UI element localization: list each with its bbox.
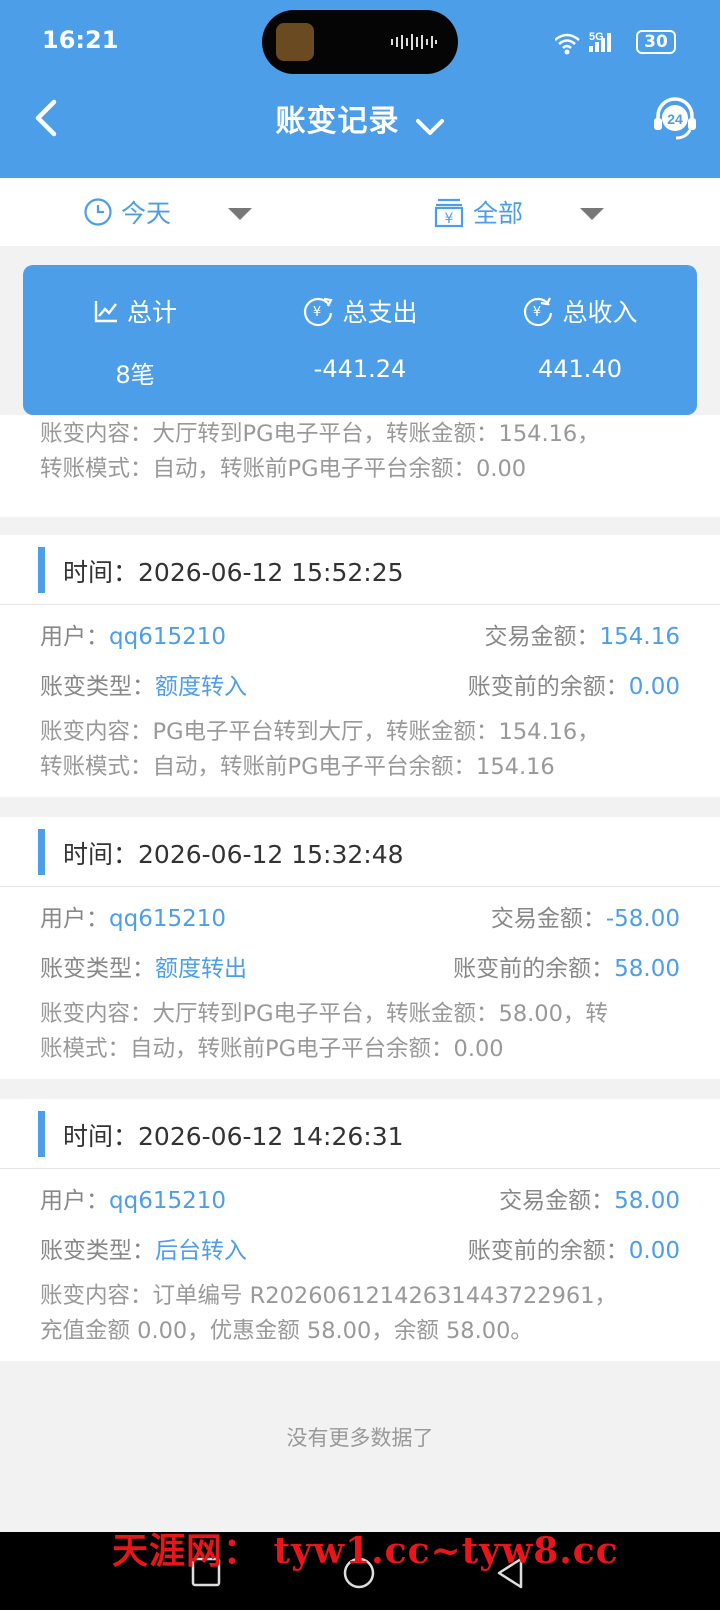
- record-amount: 交易金额：-58.00: [490, 906, 680, 932]
- accent-bar: [38, 829, 45, 875]
- headset-24-icon[interactable]: 24: [650, 94, 700, 144]
- record-type: 账变类型：额度转入: [40, 674, 247, 700]
- summary-total-value: 8笔: [115, 361, 155, 389]
- record-time: 时间：2026-06-12 15:32:48: [63, 840, 404, 869]
- yen-circle-out-icon: ¥: [304, 297, 334, 327]
- type-filter[interactable]: ¥ 全部: [433, 192, 523, 232]
- summary-total-label: 总计: [126, 298, 177, 327]
- title-dropdown[interactable]: 账变记录: [0, 96, 720, 140]
- app-logo-icon: [276, 23, 314, 61]
- record-card: 时间：2026-06-12 15:32:48 用户：qq615210 交易金额：…: [0, 817, 720, 1079]
- audio-wave-icon: [391, 34, 437, 50]
- page-title: 账变记录: [275, 104, 400, 139]
- svg-text:¥: ¥: [313, 305, 321, 320]
- caret-down-icon[interactable]: [228, 208, 252, 220]
- summary-expense-label: 总支出: [342, 298, 418, 327]
- record-content: 账变内容：PG电子平台转到大厅，转账金额：154.16， 转账模式：自动，转账前…: [40, 719, 600, 780]
- record-balance: 账变前的余额：0.00: [467, 674, 680, 700]
- record-list[interactable]: 账变内容：大厅转到PG电子平台，转账金额：154.16， 转账模式：自动，转账前…: [0, 415, 720, 1415]
- type-filter-label: 全部: [473, 199, 524, 228]
- summary-income-value: 441.40: [538, 355, 622, 383]
- chart-line-icon: [94, 301, 117, 323]
- date-filter-label: 今天: [121, 199, 172, 228]
- date-filter[interactable]: 今天: [83, 192, 171, 232]
- summary-card: 总计 8笔 ¥ 总支出 -441.24 ¥ 总收入 441.40: [23, 265, 697, 415]
- chevron-down-icon: [415, 118, 444, 135]
- record-type: 账变类型：后台转入: [40, 1238, 247, 1264]
- battery-indicator: 30: [636, 30, 676, 54]
- yen-box-icon: ¥: [434, 198, 464, 228]
- summary-expense-value: -441.24: [313, 355, 407, 383]
- caret-down-icon[interactable]: [580, 208, 604, 220]
- record-time: 时间：2026-06-12 14:26:31: [63, 1122, 404, 1151]
- record-time: 时间：2026-06-12 15:52:25: [63, 558, 404, 587]
- record-card-partial: 账变内容：大厅转到PG电子平台，转账金额：154.16， 转账模式：自动，转账前…: [0, 415, 720, 517]
- record-balance: 账变前的余额：0.00: [467, 1238, 680, 1264]
- status-time: 16:21: [42, 26, 119, 54]
- dynamic-island: [262, 10, 458, 74]
- summary-expense: ¥ 总支出 -441.24: [248, 293, 472, 383]
- watermark-text: 天涯网： tyw1.cc~tyw8.cc: [112, 1530, 619, 1572]
- clock-icon: [84, 198, 112, 226]
- no-more-data-text: 没有更多数据了: [286, 1426, 434, 1450]
- accent-bar: [38, 1111, 45, 1157]
- filter-bar: 今天 ¥ 全部: [0, 178, 720, 246]
- record-card: 时间：2026-06-12 15:52:25 用户：qq615210 交易金额：…: [0, 535, 720, 797]
- yen-circle-in-icon: ¥: [524, 297, 553, 327]
- svg-text:24: 24: [667, 111, 683, 127]
- summary-total: 总计 8笔: [23, 293, 247, 390]
- record-balance: 账变前的余额：58.00: [453, 956, 680, 982]
- record-user: 用户：qq615210: [40, 1188, 226, 1214]
- record-card: 时间：2026-06-12 14:26:31 用户：qq615210 交易金额：…: [0, 1099, 720, 1361]
- record-amount: 交易金额：58.00: [499, 1188, 680, 1214]
- record-user: 用户：qq615210: [40, 906, 226, 932]
- record-content: 账变内容：订单编号 R20260612142631443722961， 充值金额…: [40, 1283, 618, 1344]
- summary-income-label: 总收入: [562, 298, 638, 327]
- svg-text:¥: ¥: [445, 211, 454, 227]
- svg-text:¥: ¥: [533, 305, 541, 320]
- record-content: 账变内容：大厅转到PG电子平台，转账金额：58.00，转 账模式：自动，转账前P…: [40, 1001, 608, 1062]
- record-amount: 交易金额：154.16: [484, 624, 680, 650]
- record-user: 用户：qq615210: [40, 624, 226, 650]
- record-type: 账变类型：额度转出: [40, 956, 247, 982]
- record-content: 账变内容：大厅转到PG电子平台，转账金额：154.16， 转账模式：自动，转账前…: [40, 421, 600, 482]
- accent-bar: [38, 547, 45, 593]
- app-header: 16:21 5G 30 账变记录 24: [0, 0, 720, 178]
- summary-income: ¥ 总收入 441.40: [468, 293, 692, 383]
